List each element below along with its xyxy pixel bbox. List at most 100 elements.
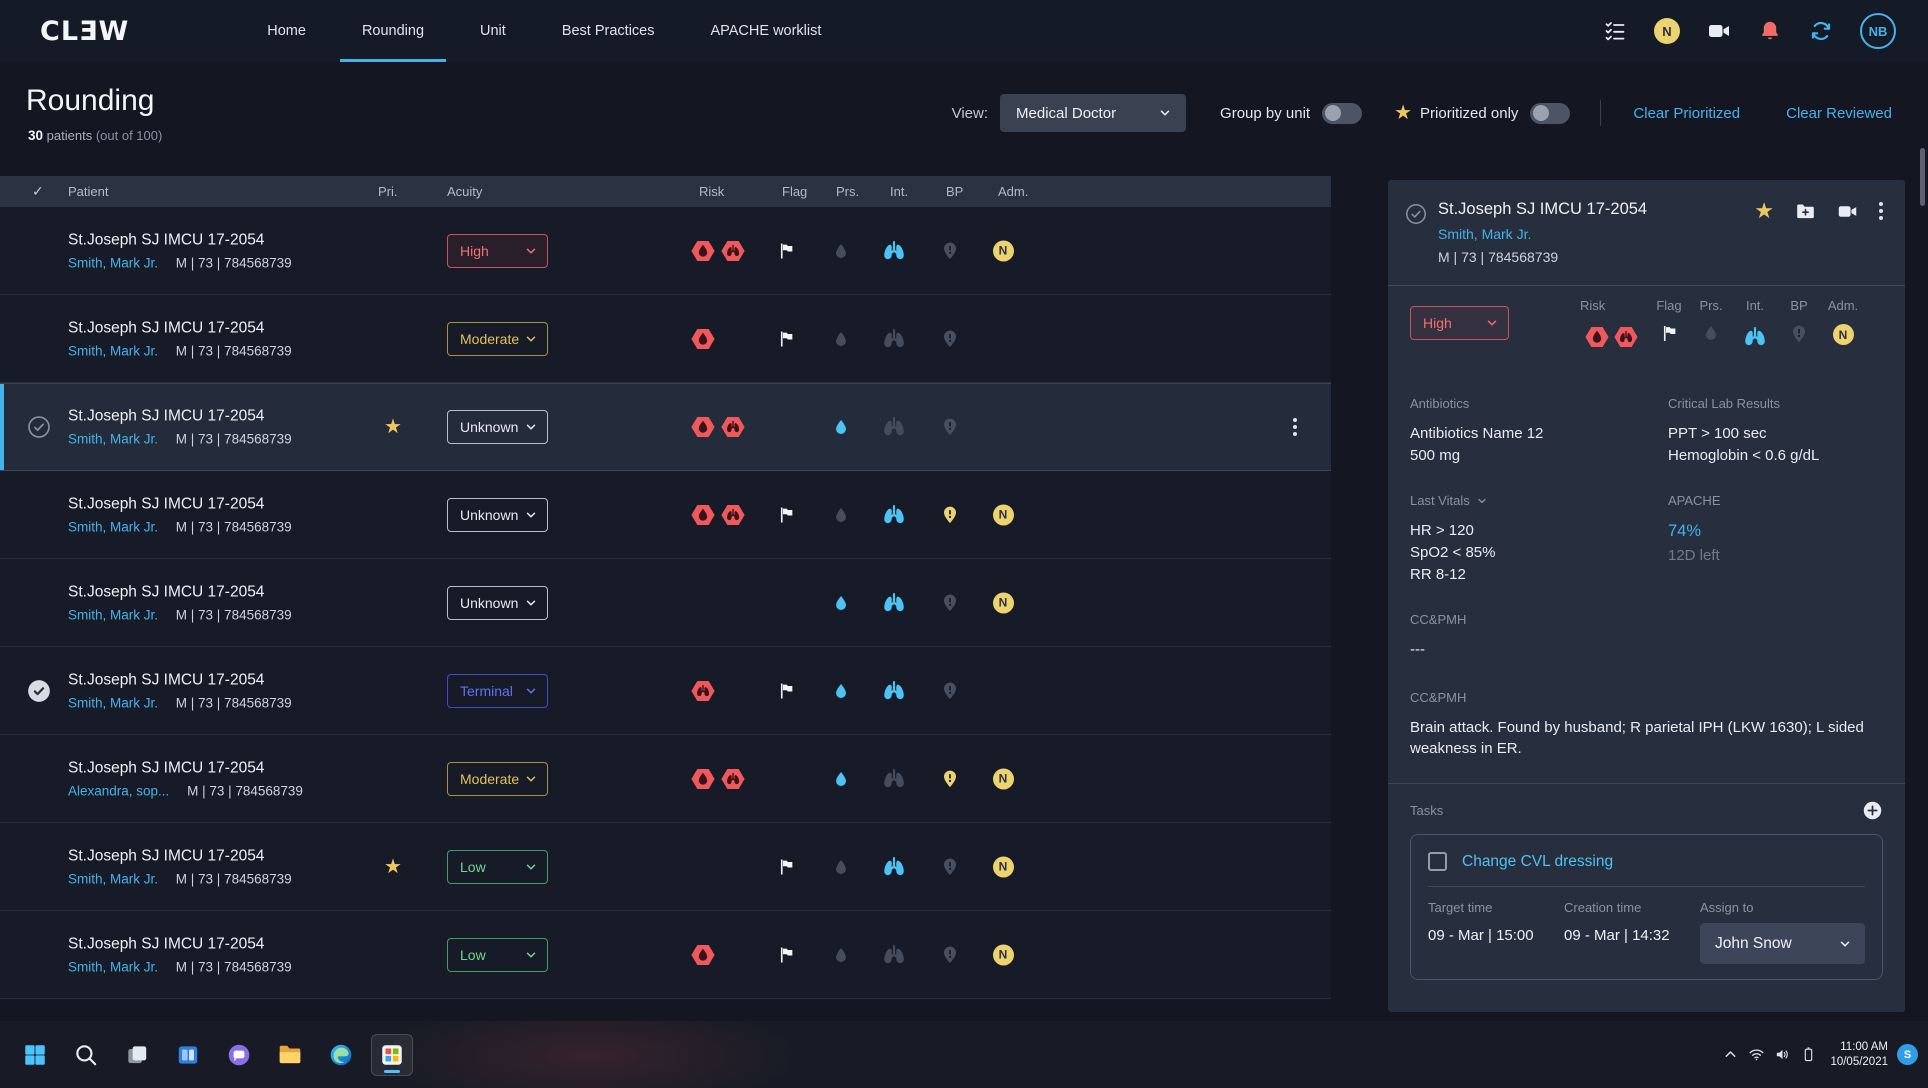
- priority-star-icon[interactable]: [1754, 200, 1774, 222]
- group-by-unit-toggle[interactable]: [1322, 103, 1362, 124]
- patient-unit: St.Joseph SJ IMCU 17-2054: [68, 759, 303, 777]
- tray-s-badge[interactable]: S: [1897, 1044, 1918, 1065]
- prioritized-only-toggle[interactable]: [1530, 103, 1570, 124]
- panel-patient-name-link[interactable]: Smith, Mark Jr.: [1438, 226, 1883, 242]
- reviewed-check-icon[interactable]: [26, 678, 52, 704]
- chevron-up-icon[interactable]: [1722, 1046, 1739, 1063]
- wifi-icon[interactable]: [1748, 1046, 1765, 1063]
- bell-icon[interactable]: [1758, 19, 1782, 43]
- nav-tab-rounding[interactable]: Rounding: [334, 0, 452, 62]
- patient-name-link[interactable]: Smith, Mark Jr.: [68, 607, 158, 622]
- video-camera-icon[interactable]: [1707, 19, 1731, 43]
- vitals-apache-section: Last Vitals HR > 120 SpO2 < 85% RR 8-12 …: [1410, 493, 1883, 586]
- assignee-dropdown[interactable]: John Snow: [1700, 923, 1865, 964]
- file-explorer-icon[interactable]: [269, 1034, 311, 1076]
- acuity-dropdown[interactable]: Unknown: [447, 586, 548, 620]
- patient-name-link[interactable]: Alexandra, sop...: [68, 783, 169, 798]
- row-menu-button[interactable]: [1280, 412, 1310, 442]
- clear-prioritized-link[interactable]: Clear Prioritized: [1633, 105, 1740, 122]
- battery-icon[interactable]: [1800, 1046, 1817, 1063]
- clear-reviewed-link[interactable]: Clear Reviewed: [1786, 105, 1892, 122]
- kebab-icon[interactable]: [1879, 202, 1883, 220]
- patient-name-link[interactable]: Smith, Mark Jr.: [68, 432, 158, 447]
- folder-add-icon[interactable]: [1795, 201, 1816, 222]
- target-time-label: Target time: [1428, 900, 1564, 915]
- widgets-app-icon[interactable]: [167, 1034, 209, 1076]
- taskbar-clock[interactable]: 11:00 AM 10/05/2021: [1830, 1040, 1888, 1070]
- acuity-dropdown[interactable]: High: [447, 234, 548, 268]
- risk-lungs-hexagon-icon: [720, 766, 746, 792]
- edge-browser-icon[interactable]: [320, 1034, 362, 1076]
- acuity-dropdown[interactable]: Unknown: [447, 410, 548, 444]
- reviewed-check-icon[interactable]: [26, 766, 52, 792]
- notification-n-badge[interactable]: N: [1654, 18, 1680, 44]
- scrollbar-thumb[interactable]: [1920, 148, 1925, 206]
- task-checkbox[interactable]: [1428, 852, 1447, 871]
- patient-name-link[interactable]: Smith, Mark Jr.: [68, 695, 158, 710]
- video-camera-icon[interactable]: [1837, 201, 1858, 222]
- patient-name-link[interactable]: Smith, Mark Jr.: [68, 871, 158, 886]
- chevron-down-icon: [524, 948, 538, 962]
- nav-tab-best-practices[interactable]: Best Practices: [534, 0, 683, 62]
- acuity-dropdown[interactable]: Low: [447, 850, 548, 884]
- reviewed-check-icon[interactable]: [26, 502, 52, 528]
- patient-name-link[interactable]: Smith, Mark Jr.: [68, 519, 158, 534]
- table-row[interactable]: St.Joseph SJ IMCU 17-2054 Smith, Mark Jr…: [0, 295, 1331, 383]
- table-row[interactable]: St.Joseph SJ IMCU 17-2054 Smith, Mark Jr…: [0, 383, 1331, 471]
- chevron-down-icon: [524, 684, 538, 698]
- volume-icon[interactable]: [1774, 1046, 1791, 1063]
- view-dropdown-value: Medical Doctor: [1016, 105, 1116, 122]
- patient-name-link[interactable]: Smith, Mark Jr.: [68, 255, 158, 270]
- col-adm: Adm.: [1828, 298, 1858, 313]
- reviewed-check-icon[interactable]: [26, 326, 52, 352]
- user-avatar[interactable]: NB: [1860, 13, 1896, 49]
- reviewed-check-icon[interactable]: [1404, 202, 1428, 226]
- last-vitals-label[interactable]: Last Vitals: [1410, 493, 1668, 508]
- patient-name-link[interactable]: Smith, Mark Jr.: [68, 959, 158, 974]
- checklist-icon[interactable]: [1603, 19, 1627, 43]
- start-button-icon[interactable]: [14, 1034, 56, 1076]
- acuity-dropdown[interactable]: Terminal: [447, 674, 548, 708]
- windows-taskbar: 11:00 AM 10/05/2021 S: [0, 1021, 1928, 1088]
- table-row[interactable]: St.Joseph SJ IMCU 17-2054 Alexandra, sop…: [0, 735, 1331, 823]
- critical-labs-label: Critical Lab Results: [1668, 396, 1883, 411]
- acuity-value: High: [1423, 315, 1452, 331]
- nav-tab-home[interactable]: Home: [239, 0, 334, 62]
- table-row[interactable]: St.Joseph SJ IMCU 17-2054 Smith, Mark Jr…: [0, 823, 1331, 911]
- reviewed-check-icon[interactable]: [26, 942, 52, 968]
- creation-time-label: Creation time: [1564, 900, 1700, 915]
- intubation-lungs-icon: [878, 590, 910, 616]
- task-title-link[interactable]: Change CVL dressing: [1462, 853, 1613, 871]
- acuity-dropdown[interactable]: Unknown: [447, 498, 548, 532]
- nav-tab-unit[interactable]: Unit: [452, 0, 534, 62]
- reviewed-check-icon[interactable]: [26, 854, 52, 880]
- teams-chat-icon[interactable]: [218, 1034, 260, 1076]
- acuity-dropdown[interactable]: Moderate: [447, 762, 548, 796]
- add-task-button[interactable]: [1862, 800, 1883, 821]
- clew-app-icon[interactable]: [371, 1034, 413, 1076]
- patient-demographics: M | 73 | 784568739: [176, 871, 292, 886]
- reviewed-check-icon[interactable]: [26, 414, 52, 440]
- acuity-dropdown[interactable]: Moderate: [447, 322, 548, 356]
- panel-actions: [1754, 200, 1883, 222]
- pressure-droplet-icon: [827, 858, 855, 876]
- reviewed-column-icon[interactable]: [32, 183, 44, 200]
- acuity-dropdown[interactable]: High: [1410, 306, 1509, 340]
- acuity-dropdown[interactable]: Low: [447, 938, 548, 972]
- table-row[interactable]: St.Joseph SJ IMCU 17-2054 Smith, Mark Jr…: [0, 471, 1331, 559]
- search-icon[interactable]: [65, 1034, 107, 1076]
- table-row[interactable]: St.Joseph SJ IMCU 17-2054 Smith, Mark Jr…: [0, 559, 1331, 647]
- patient-name-link[interactable]: Smith, Mark Jr.: [68, 343, 158, 358]
- sync-icon[interactable]: [1809, 19, 1833, 43]
- table-row[interactable]: St.Joseph SJ IMCU 17-2054 Smith, Mark Jr…: [0, 911, 1331, 999]
- view-label: View:: [952, 105, 988, 122]
- task-view-icon[interactable]: [116, 1034, 158, 1076]
- table-row[interactable]: St.Joseph SJ IMCU 17-2054 Smith, Mark Jr…: [0, 207, 1331, 295]
- reviewed-check-icon[interactable]: [26, 238, 52, 264]
- nav-tab-apache-worklist[interactable]: APACHE worklist: [682, 0, 849, 62]
- admission-n-badge: N: [993, 592, 1014, 613]
- table-row[interactable]: St.Joseph SJ IMCU 17-2054 Smith, Mark Jr…: [0, 647, 1331, 735]
- flag-cell: [772, 329, 800, 348]
- reviewed-check-icon[interactable]: [26, 590, 52, 616]
- view-dropdown[interactable]: Medical Doctor: [1000, 94, 1186, 132]
